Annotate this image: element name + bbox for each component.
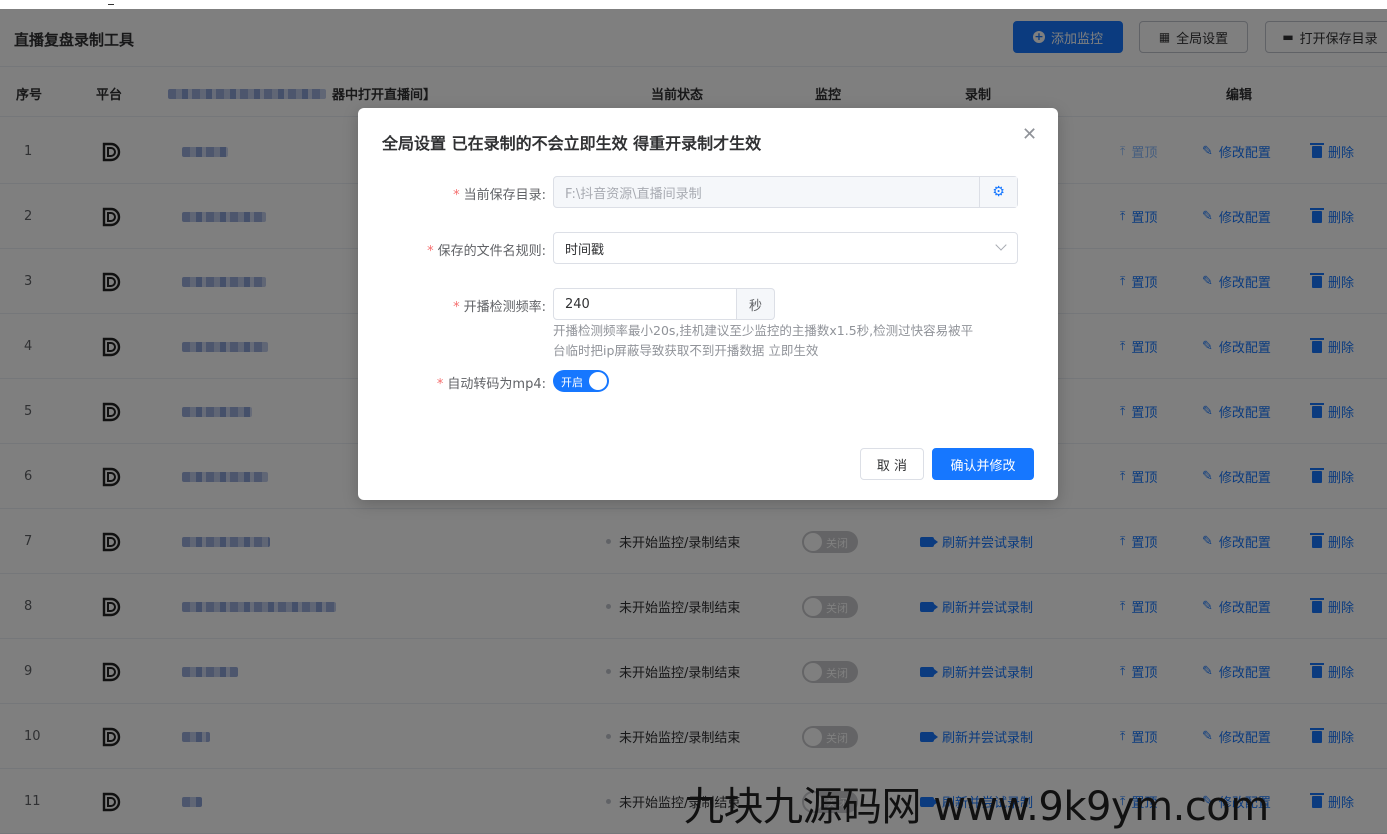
check-freq-input[interactable]: 240 [553,288,737,320]
filename-rule-label-wrap: * 保存的文件名规则: [427,240,546,259]
global-settings-dialog: 全局设置 已在录制的不会立即生效 得重开录制才生效 ✕ * 当前保存目录: F:\… [358,108,1058,500]
check-freq-hint-line1: 开播检测频率最小20s,挂机建议至少监控的主播数x1.5秒,检测过快容易被平 [553,323,974,338]
switch-knob [589,372,607,390]
cursor-mark [108,0,114,5]
check-freq-label-wrap: * 开播检测频率: [453,296,546,315]
gear-icon[interactable]: ⚙ [979,177,1017,207]
window-top-strip [0,0,1387,9]
auto-mp4-label-wrap: * 自动转码为mp4: [437,373,546,392]
watermark-text: 九块九源码网 www.9k9ym.com [684,784,1269,830]
required-mark: * [453,300,460,315]
confirm-button[interactable]: 确认并修改 [932,448,1034,480]
save-dir-placeholder: F:\抖音资源\直播间录制 [565,186,702,202]
filename-rule-select[interactable]: 时间戳 [553,232,1018,264]
filename-rule-label: 保存的文件名规则: [437,244,546,259]
filename-rule-value: 时间戳 [565,242,605,258]
dialog-title: 全局设置 已在录制的不会立即生效 得重开录制才生效 [382,134,762,153]
required-mark: * [427,244,434,259]
check-freq-label: 开播检测频率: [463,300,546,315]
required-mark: * [453,188,460,203]
save-dir-input[interactable]: F:\抖音资源\直播间录制 ⚙ [553,176,1018,208]
auto-mp4-label: 自动转码为mp4: [447,377,546,392]
cancel-button[interactable]: 取 消 [860,448,924,480]
check-freq-unit: 秒 [737,288,775,320]
close-icon[interactable]: ✕ [1022,126,1037,144]
save-dir-label: 当前保存目录: [463,188,546,203]
chevron-down-icon [995,239,1007,251]
required-mark: * [436,377,444,392]
check-freq-value: 240 [565,296,590,312]
check-freq-hint: 开播检测频率最小20s,挂机建议至少监控的主播数x1.5秒,检测过快容易被平 台… [553,321,1023,361]
auto-mp4-switch-label: 开启 [561,376,583,389]
auto-mp4-switch[interactable]: 开启 [553,370,609,392]
check-freq-hint-line2: 台临时把ip屏蔽导致获取不到开播数据 立即生效 [553,343,819,358]
save-dir-label-wrap: * 当前保存目录: [453,184,546,203]
